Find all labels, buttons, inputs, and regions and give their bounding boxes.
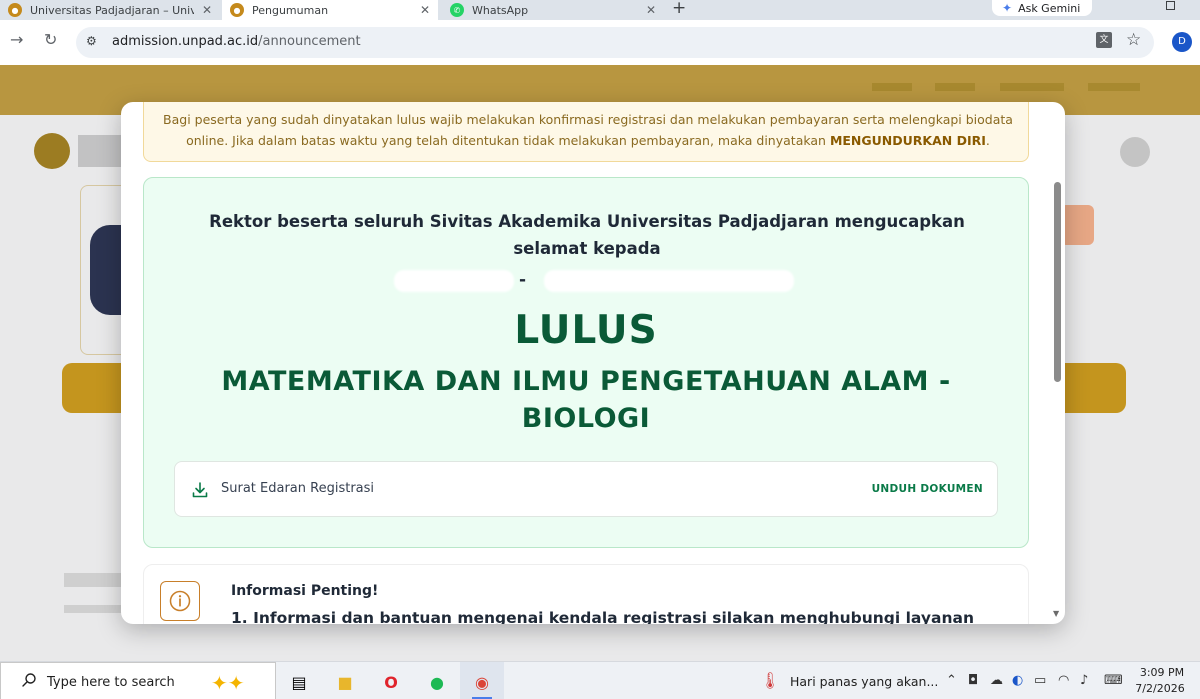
- gemini-sparkle-icon: ✦: [1002, 1, 1013, 15]
- modal-scrollbar[interactable]: ▼: [1051, 104, 1065, 622]
- redacted-id: [394, 270, 514, 292]
- tab-pengumuman[interactable]: ● Pengumuman ✕: [222, 0, 438, 20]
- task-view-icon[interactable]: ▤: [288, 671, 310, 693]
- wifi-icon[interactable]: ◠: [1058, 673, 1069, 688]
- file-explorer-icon[interactable]: ■: [334, 671, 356, 693]
- address-bar[interactable]: ⚙ admission.unpad.ac.id/announcement 文 ☆: [76, 27, 1154, 58]
- url-text[interactable]: admission.unpad.ac.id/announcement: [112, 34, 361, 49]
- nav-item-placeholder: [1088, 83, 1140, 91]
- tab-whatsapp[interactable]: ✆ WhatsApp ✕: [442, 0, 664, 20]
- reload-icon[interactable]: ↻: [44, 30, 57, 49]
- close-tab-icon[interactable]: ✕: [646, 3, 656, 17]
- congratulation-text: Rektor beserta seluruh Sivitas Akademika…: [209, 212, 965, 258]
- important-info-box: Informasi Penting! 1. Informasi dan bant…: [143, 564, 1029, 624]
- user-icon: [1120, 137, 1150, 167]
- speaker-icon[interactable]: ♪: [1080, 673, 1088, 688]
- result-status: LULUS: [514, 308, 658, 353]
- ask-gemini-button[interactable]: ✦ Ask Gemini: [992, 0, 1093, 16]
- sparkle-icon: ✦✦: [211, 671, 245, 695]
- download-document-button[interactable]: UNDUH DOKUMEN: [872, 483, 983, 495]
- close-tab-icon[interactable]: ✕: [420, 3, 430, 17]
- meet-now-icon[interactable]: ◘: [968, 673, 978, 688]
- onedrive-icon[interactable]: ☁: [990, 673, 1003, 688]
- section-subtext-placeholder: [64, 605, 124, 613]
- scrollbar-thumb[interactable]: [1054, 182, 1061, 382]
- windows-taskbar: Type here to search ✦✦ ▤ ■ O ● ◉ 🌡 Hari …: [0, 661, 1200, 699]
- scroll-down-arrow-icon[interactable]: ▼: [1053, 609, 1059, 618]
- opera-icon[interactable]: O: [380, 671, 402, 693]
- participant-name-redacted: -: [374, 270, 800, 292]
- search-icon: [22, 673, 36, 687]
- redacted-name: [544, 270, 794, 292]
- decoration-image: [1060, 205, 1094, 245]
- study-program: MATEMATIKA DAN ILMU PENGETAHUAN ALAM - B…: [221, 366, 951, 434]
- nav-item-placeholder: [872, 83, 912, 91]
- profile-avatar[interactable]: D: [1172, 32, 1192, 52]
- new-tab-button[interactable]: +: [672, 0, 686, 18]
- forward-arrow-icon[interactable]: →: [10, 30, 23, 49]
- translate-icon[interactable]: 文: [1096, 32, 1112, 48]
- window-restore-icon[interactable]: [1166, 1, 1175, 10]
- info-icon: [160, 581, 200, 621]
- document-label: Surat Edaran Registrasi: [221, 481, 375, 496]
- announcement-modal: Bagi peserta yang sudah dinyatakan lulus…: [121, 102, 1065, 624]
- result-box: Rektor beserta seluruh Sivitas Akademika…: [143, 177, 1029, 548]
- taskbar-search-box[interactable]: Type here to search ✦✦: [0, 662, 276, 699]
- search-placeholder: Type here to search: [47, 675, 175, 690]
- unpad-favicon-icon: ●: [230, 3, 244, 17]
- clock-date[interactable]: 7/2/2026: [1134, 682, 1186, 695]
- whatsapp-favicon-icon: ✆: [450, 3, 464, 17]
- download-icon: [192, 482, 208, 498]
- payment-warning-text: Bagi peserta yang sudah dinyatakan lulus…: [163, 112, 1013, 148]
- nav-item-placeholder: [1000, 83, 1064, 91]
- weather-widget-text[interactable]: Hari panas yang akan...: [790, 674, 938, 689]
- bookmark-star-icon[interactable]: ☆: [1126, 30, 1141, 50]
- tab-unpad[interactable]: ● Universitas Padjadjaran – Unive ✕: [0, 0, 220, 20]
- chrome-icon[interactable]: ◉: [471, 671, 493, 693]
- info-title: Informasi Penting!: [231, 583, 379, 599]
- document-row: Surat Edaran Registrasi UNDUH DOKUMEN: [174, 461, 998, 517]
- clock-time[interactable]: 3:09 PM: [1138, 666, 1186, 679]
- thermometer-icon: 🌡: [760, 671, 781, 690]
- info-item: 1. Informasi dan bantuan mengenai kendal…: [231, 609, 975, 624]
- spotify-icon[interactable]: ●: [426, 671, 448, 693]
- unpad-favicon-icon: ●: [8, 3, 22, 17]
- browser-tab-bar: ● Universitas Padjadjaran – Unive ✕ ● Pe…: [0, 0, 1200, 20]
- section-heading-placeholder: [64, 573, 124, 587]
- vpn-icon[interactable]: ◐: [1012, 673, 1023, 688]
- nav-item-placeholder: [935, 83, 975, 91]
- battery-icon[interactable]: ▭: [1034, 673, 1046, 688]
- keyboard-icon[interactable]: ⌨: [1104, 673, 1123, 688]
- browser-toolbar: → ↻ ⚙ admission.unpad.ac.id/announcement…: [0, 20, 1200, 65]
- payment-warning-box: Bagi peserta yang sudah dinyatakan lulus…: [143, 102, 1029, 162]
- chevron-up-icon[interactable]: ⌃: [946, 673, 957, 688]
- site-info-icon[interactable]: ⚙: [86, 34, 97, 48]
- unpad-logo: [34, 133, 70, 169]
- close-tab-icon[interactable]: ✕: [202, 3, 212, 17]
